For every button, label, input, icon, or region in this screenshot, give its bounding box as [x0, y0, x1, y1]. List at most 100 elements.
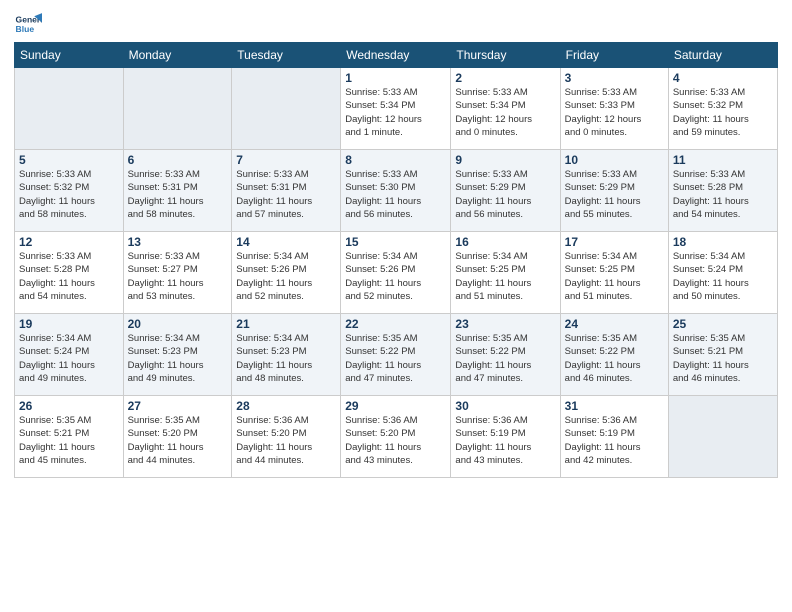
header: General Blue — [14, 10, 778, 38]
day-number: 25 — [673, 317, 773, 331]
day-info: Sunrise: 5:36 AM Sunset: 5:19 PM Dayligh… — [565, 414, 664, 467]
day-info: Sunrise: 5:34 AM Sunset: 5:23 PM Dayligh… — [128, 332, 228, 385]
day-number: 1 — [345, 71, 446, 85]
week-row-0: 1Sunrise: 5:33 AM Sunset: 5:34 PM Daylig… — [15, 68, 778, 150]
day-info: Sunrise: 5:33 AM Sunset: 5:33 PM Dayligh… — [565, 86, 664, 139]
day-header-wednesday: Wednesday — [341, 43, 451, 68]
week-row-3: 19Sunrise: 5:34 AM Sunset: 5:24 PM Dayli… — [15, 314, 778, 396]
day-info: Sunrise: 5:34 AM Sunset: 5:26 PM Dayligh… — [345, 250, 446, 303]
day-cell-28: 28Sunrise: 5:36 AM Sunset: 5:20 PM Dayli… — [232, 396, 341, 478]
day-number: 19 — [19, 317, 119, 331]
day-number: 22 — [345, 317, 446, 331]
day-header-saturday: Saturday — [668, 43, 777, 68]
calendar-header-row: SundayMondayTuesdayWednesdayThursdayFrid… — [15, 43, 778, 68]
page-container: General Blue SundayMondayTuesdayWednesda… — [0, 0, 792, 488]
day-number: 8 — [345, 153, 446, 167]
day-cell-10: 10Sunrise: 5:33 AM Sunset: 5:29 PM Dayli… — [560, 150, 668, 232]
day-cell-24: 24Sunrise: 5:35 AM Sunset: 5:22 PM Dayli… — [560, 314, 668, 396]
day-number: 20 — [128, 317, 228, 331]
day-cell-19: 19Sunrise: 5:34 AM Sunset: 5:24 PM Dayli… — [15, 314, 124, 396]
day-number: 10 — [565, 153, 664, 167]
day-info: Sunrise: 5:36 AM Sunset: 5:20 PM Dayligh… — [236, 414, 336, 467]
day-cell-17: 17Sunrise: 5:34 AM Sunset: 5:25 PM Dayli… — [560, 232, 668, 314]
day-number: 26 — [19, 399, 119, 413]
day-number: 6 — [128, 153, 228, 167]
day-cell-11: 11Sunrise: 5:33 AM Sunset: 5:28 PM Dayli… — [668, 150, 777, 232]
day-info: Sunrise: 5:33 AM Sunset: 5:28 PM Dayligh… — [19, 250, 119, 303]
day-info: Sunrise: 5:33 AM Sunset: 5:28 PM Dayligh… — [673, 168, 773, 221]
day-header-thursday: Thursday — [451, 43, 560, 68]
day-number: 5 — [19, 153, 119, 167]
day-number: 2 — [455, 71, 555, 85]
day-info: Sunrise: 5:33 AM Sunset: 5:32 PM Dayligh… — [673, 86, 773, 139]
day-cell-8: 8Sunrise: 5:33 AM Sunset: 5:30 PM Daylig… — [341, 150, 451, 232]
day-cell-18: 18Sunrise: 5:34 AM Sunset: 5:24 PM Dayli… — [668, 232, 777, 314]
logo: General Blue — [14, 10, 42, 38]
day-cell-3: 3Sunrise: 5:33 AM Sunset: 5:33 PM Daylig… — [560, 68, 668, 150]
day-info: Sunrise: 5:36 AM Sunset: 5:19 PM Dayligh… — [455, 414, 555, 467]
day-info: Sunrise: 5:33 AM Sunset: 5:29 PM Dayligh… — [455, 168, 555, 221]
day-cell-31: 31Sunrise: 5:36 AM Sunset: 5:19 PM Dayli… — [560, 396, 668, 478]
day-number: 28 — [236, 399, 336, 413]
day-info: Sunrise: 5:34 AM Sunset: 5:25 PM Dayligh… — [565, 250, 664, 303]
day-info: Sunrise: 5:33 AM Sunset: 5:31 PM Dayligh… — [128, 168, 228, 221]
day-cell-27: 27Sunrise: 5:35 AM Sunset: 5:20 PM Dayli… — [123, 396, 232, 478]
day-header-tuesday: Tuesday — [232, 43, 341, 68]
day-number: 11 — [673, 153, 773, 167]
day-info: Sunrise: 5:33 AM Sunset: 5:27 PM Dayligh… — [128, 250, 228, 303]
empty-cell — [668, 396, 777, 478]
day-number: 16 — [455, 235, 555, 249]
day-info: Sunrise: 5:33 AM Sunset: 5:31 PM Dayligh… — [236, 168, 336, 221]
logo-icon: General Blue — [14, 10, 42, 38]
day-number: 29 — [345, 399, 446, 413]
day-number: 23 — [455, 317, 555, 331]
empty-cell — [123, 68, 232, 150]
day-info: Sunrise: 5:34 AM Sunset: 5:25 PM Dayligh… — [455, 250, 555, 303]
day-number: 4 — [673, 71, 773, 85]
day-info: Sunrise: 5:35 AM Sunset: 5:22 PM Dayligh… — [345, 332, 446, 385]
day-cell-25: 25Sunrise: 5:35 AM Sunset: 5:21 PM Dayli… — [668, 314, 777, 396]
day-number: 18 — [673, 235, 773, 249]
day-cell-14: 14Sunrise: 5:34 AM Sunset: 5:26 PM Dayli… — [232, 232, 341, 314]
day-number: 7 — [236, 153, 336, 167]
day-cell-23: 23Sunrise: 5:35 AM Sunset: 5:22 PM Dayli… — [451, 314, 560, 396]
day-cell-30: 30Sunrise: 5:36 AM Sunset: 5:19 PM Dayli… — [451, 396, 560, 478]
day-info: Sunrise: 5:33 AM Sunset: 5:29 PM Dayligh… — [565, 168, 664, 221]
day-cell-12: 12Sunrise: 5:33 AM Sunset: 5:28 PM Dayli… — [15, 232, 124, 314]
day-number: 17 — [565, 235, 664, 249]
day-number: 12 — [19, 235, 119, 249]
day-cell-2: 2Sunrise: 5:33 AM Sunset: 5:34 PM Daylig… — [451, 68, 560, 150]
day-info: Sunrise: 5:33 AM Sunset: 5:34 PM Dayligh… — [345, 86, 446, 139]
day-cell-20: 20Sunrise: 5:34 AM Sunset: 5:23 PM Dayli… — [123, 314, 232, 396]
day-info: Sunrise: 5:36 AM Sunset: 5:20 PM Dayligh… — [345, 414, 446, 467]
day-cell-4: 4Sunrise: 5:33 AM Sunset: 5:32 PM Daylig… — [668, 68, 777, 150]
day-info: Sunrise: 5:33 AM Sunset: 5:34 PM Dayligh… — [455, 86, 555, 139]
day-info: Sunrise: 5:34 AM Sunset: 5:26 PM Dayligh… — [236, 250, 336, 303]
day-info: Sunrise: 5:34 AM Sunset: 5:24 PM Dayligh… — [673, 250, 773, 303]
day-cell-5: 5Sunrise: 5:33 AM Sunset: 5:32 PM Daylig… — [15, 150, 124, 232]
day-number: 27 — [128, 399, 228, 413]
day-number: 15 — [345, 235, 446, 249]
day-number: 13 — [128, 235, 228, 249]
day-header-monday: Monday — [123, 43, 232, 68]
day-number: 3 — [565, 71, 664, 85]
day-info: Sunrise: 5:35 AM Sunset: 5:22 PM Dayligh… — [455, 332, 555, 385]
day-info: Sunrise: 5:35 AM Sunset: 5:20 PM Dayligh… — [128, 414, 228, 467]
day-cell-1: 1Sunrise: 5:33 AM Sunset: 5:34 PM Daylig… — [341, 68, 451, 150]
day-cell-16: 16Sunrise: 5:34 AM Sunset: 5:25 PM Dayli… — [451, 232, 560, 314]
day-number: 30 — [455, 399, 555, 413]
day-cell-22: 22Sunrise: 5:35 AM Sunset: 5:22 PM Dayli… — [341, 314, 451, 396]
day-cell-6: 6Sunrise: 5:33 AM Sunset: 5:31 PM Daylig… — [123, 150, 232, 232]
day-number: 21 — [236, 317, 336, 331]
day-info: Sunrise: 5:33 AM Sunset: 5:32 PM Dayligh… — [19, 168, 119, 221]
empty-cell — [15, 68, 124, 150]
week-row-2: 12Sunrise: 5:33 AM Sunset: 5:28 PM Dayli… — [15, 232, 778, 314]
day-cell-15: 15Sunrise: 5:34 AM Sunset: 5:26 PM Dayli… — [341, 232, 451, 314]
svg-text:Blue: Blue — [16, 24, 35, 34]
calendar-body: 1Sunrise: 5:33 AM Sunset: 5:34 PM Daylig… — [15, 68, 778, 478]
day-header-sunday: Sunday — [15, 43, 124, 68]
day-info: Sunrise: 5:35 AM Sunset: 5:22 PM Dayligh… — [565, 332, 664, 385]
day-header-friday: Friday — [560, 43, 668, 68]
day-info: Sunrise: 5:34 AM Sunset: 5:23 PM Dayligh… — [236, 332, 336, 385]
day-number: 31 — [565, 399, 664, 413]
